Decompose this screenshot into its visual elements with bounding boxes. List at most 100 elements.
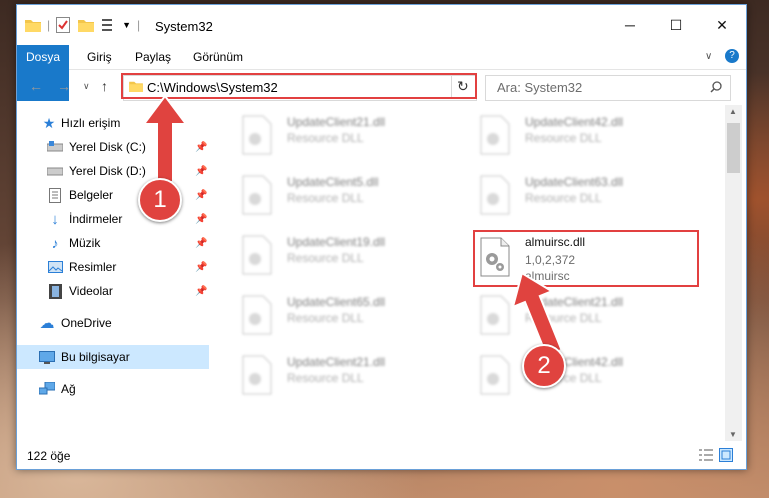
- file-list: UpdateClient21.dll Resource DLL UpdateCl…: [211, 105, 723, 441]
- dll-file-icon: [242, 175, 272, 215]
- sidebar-item-downloads[interactable]: ↓ İndirmeler 📌: [17, 207, 209, 231]
- videos-icon: [47, 283, 63, 299]
- scroll-down-icon[interactable]: ▼: [729, 430, 737, 439]
- file-item[interactable]: UpdateClient42.dll Resource DLL: [479, 109, 701, 165]
- computer-icon: [39, 349, 55, 365]
- window-title: System32: [155, 19, 213, 34]
- maximize-button[interactable]: ☐: [653, 5, 699, 45]
- dll-file-icon: [480, 355, 510, 395]
- sidebar-item-videos[interactable]: Videolar 📌: [17, 279, 209, 303]
- pin-icon[interactable]: 📌: [195, 214, 207, 225]
- file-item[interactable]: UpdateClient5.dll Resource DLL: [241, 169, 463, 225]
- step1-badge: 1: [138, 178, 182, 222]
- minimize-button[interactable]: ─: [607, 5, 653, 45]
- sidebar-item-network[interactable]: Ağ: [17, 377, 209, 401]
- sidebar-item-music[interactable]: ♪ Müzik 📌: [17, 231, 209, 255]
- search-placeholder: Ara: System32: [497, 80, 583, 95]
- sidebar-item-label: Hızlı erişim: [61, 116, 121, 130]
- expand-ribbon-icon[interactable]: ∨: [705, 45, 712, 69]
- details-view-icon[interactable]: [699, 449, 713, 461]
- file-explorer-window: | ▼ | System32 ─ ☐ ✕ Dosya Giriş Paylaş …: [16, 4, 747, 470]
- drive-icon: [47, 139, 63, 155]
- tab-view[interactable]: Görünüm: [193, 45, 243, 69]
- sidebar-item-onedrive[interactable]: ☁ OneDrive: [17, 311, 209, 335]
- file-type: Resource DLL: [287, 191, 364, 205]
- pin-icon[interactable]: 📌: [195, 190, 207, 201]
- dll-file-icon: [242, 235, 272, 275]
- new-folder-icon[interactable]: [78, 18, 95, 32]
- sidebar-item-label: Resimler: [69, 260, 117, 274]
- documents-icon: [47, 187, 63, 203]
- sidebar-item-label: Yerel Disk (C:): [69, 140, 146, 154]
- dll-file-icon: [480, 175, 510, 215]
- pin-icon[interactable]: 📌: [195, 286, 207, 297]
- pin-icon[interactable]: 📌: [195, 238, 207, 249]
- separator: |: [47, 18, 51, 32]
- file-name: UpdateClient65.dll: [287, 295, 386, 309]
- file-name: UpdateClient42.dll: [525, 115, 624, 129]
- file-type: Resource DLL: [287, 131, 364, 145]
- file-name: UpdateClient21.dll: [287, 355, 386, 369]
- file-name: UpdateClient19.dll: [287, 235, 386, 249]
- star-icon: ★: [42, 114, 56, 131]
- file-name: UpdateClient5.dll: [287, 175, 379, 189]
- sidebar-item-label: Videolar: [69, 284, 113, 298]
- customize-icon[interactable]: [102, 18, 116, 32]
- tab-home[interactable]: Giriş: [87, 45, 112, 69]
- file-item[interactable]: UpdateClient19.dll Resource DLL: [241, 229, 463, 285]
- search-input[interactable]: Ara: System32: [485, 75, 731, 101]
- up-arrow-icon[interactable]: ↑: [101, 78, 108, 94]
- file-highlight-box: [473, 230, 699, 287]
- search-icon[interactable]: [710, 81, 722, 93]
- sidebar-item-label: Yerel Disk (D:): [69, 164, 146, 178]
- scrollbar-thumb[interactable]: [727, 123, 740, 173]
- properties-icon[interactable]: [56, 17, 71, 33]
- pin-icon[interactable]: 📌: [195, 262, 207, 273]
- network-icon: [39, 381, 55, 397]
- status-bar: 122 öğe: [17, 443, 746, 467]
- quick-access-toolbar: | ▼ |: [25, 17, 140, 33]
- back-arrow-icon[interactable]: ←: [29, 78, 43, 94]
- download-icon: ↓: [51, 210, 59, 228]
- vertical-scrollbar[interactable]: ▲ ▼: [725, 105, 742, 441]
- folder-icon[interactable]: [25, 18, 41, 32]
- file-type: Resource DLL: [287, 311, 364, 325]
- recent-locations-icon[interactable]: ∨: [83, 81, 90, 92]
- file-item[interactable]: UpdateClient21.dll Resource DLL: [241, 349, 463, 405]
- pin-icon[interactable]: 📌: [195, 142, 207, 153]
- drive-icon: [47, 163, 63, 179]
- file-name: UpdateClient63.dll: [525, 175, 624, 189]
- sidebar-item-this-pc[interactable]: Bu bilgisayar: [17, 345, 209, 369]
- help-icon[interactable]: ?: [725, 49, 739, 63]
- sidebar-item-label: Müzik: [69, 236, 101, 250]
- file-type: Resource DLL: [525, 191, 602, 205]
- music-icon: ♪: [51, 235, 59, 251]
- forward-arrow-icon[interactable]: →: [57, 78, 71, 94]
- sidebar-item-pictures[interactable]: Resimler 📌: [17, 255, 209, 279]
- file-item[interactable]: UpdateClient65.dll Resource DLL: [241, 289, 463, 345]
- file-item[interactable]: UpdateClient63.dll Resource DLL: [479, 169, 701, 225]
- pin-icon[interactable]: 📌: [195, 166, 207, 177]
- scroll-up-icon[interactable]: ▲: [729, 107, 737, 116]
- step2-badge: 2: [522, 344, 566, 388]
- item-count: 122 öğe: [27, 449, 71, 463]
- dll-file-icon: [242, 115, 272, 155]
- file-item[interactable]: UpdateClient21.dll Resource DLL: [241, 109, 463, 165]
- file-name: UpdateClient21.dll: [287, 115, 386, 129]
- dll-file-icon: [480, 295, 510, 335]
- file-type: Resource DLL: [287, 371, 364, 385]
- sidebar-item-label: Ağ: [61, 382, 76, 396]
- cloud-icon: ☁: [39, 315, 55, 332]
- dll-file-icon: [480, 115, 510, 155]
- file-type: Resource DLL: [525, 131, 602, 145]
- tab-share[interactable]: Paylaş: [135, 45, 171, 69]
- chevron-down-icon[interactable]: ▼: [122, 20, 131, 30]
- sidebar-item-label: Belgeler: [69, 188, 114, 202]
- dll-file-icon: [242, 355, 272, 395]
- close-button[interactable]: ✕: [699, 5, 745, 45]
- file-type: Resource DLL: [287, 251, 364, 265]
- title-bar: | ▼ | System32 ─ ☐ ✕: [17, 5, 746, 45]
- large-icons-view-icon[interactable]: [719, 448, 733, 462]
- pictures-icon: [47, 259, 63, 275]
- dll-file-icon: [242, 295, 272, 335]
